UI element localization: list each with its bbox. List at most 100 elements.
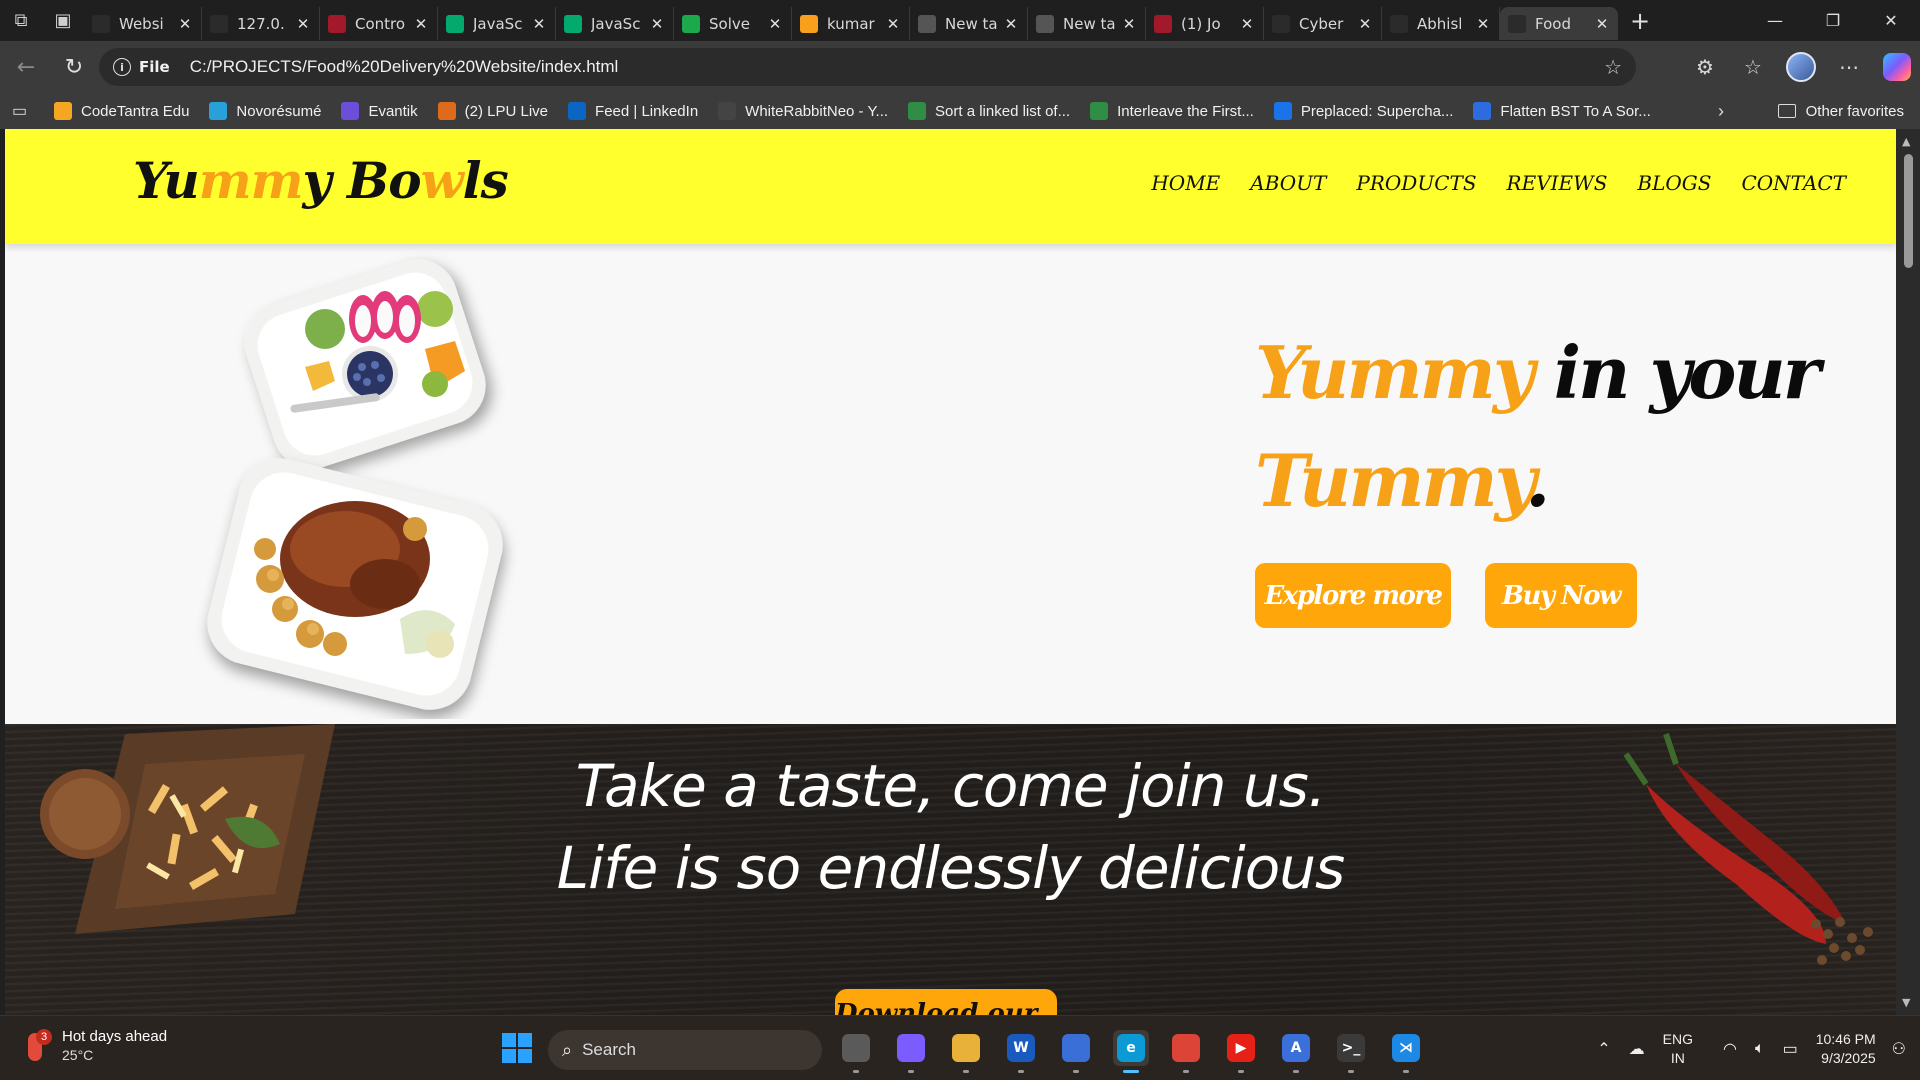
nav-blogs[interactable]: BLOGS [1637, 171, 1711, 195]
close-tab-icon[interactable]: ✕ [649, 15, 665, 33]
youtube-icon[interactable]: ▶ [1223, 1030, 1259, 1073]
headline-word: in your [1553, 330, 1821, 415]
taskbar-apps: We ▶ A >_ ⋊ [838, 1030, 1424, 1073]
github-icon [92, 14, 110, 33]
taskbar-search[interactable]: ⌕ Search [548, 1030, 822, 1070]
word-icon[interactable]: W [1003, 1030, 1039, 1073]
profile-button[interactable] [1784, 50, 1818, 84]
favorite-item[interactable]: CodeTantra Edu [54, 102, 189, 120]
battery-icon[interactable]: ▭ [1783, 1039, 1798, 1059]
browser-tab[interactable]: JavaSc ✕ [438, 7, 556, 40]
favorite-item[interactable]: Interleave the First... [1090, 102, 1254, 120]
close-tab-icon[interactable]: ✕ [1357, 15, 1373, 33]
download-app-button[interactable]: Download our app [835, 989, 1057, 1015]
nav-about[interactable]: ABOUT [1250, 171, 1326, 195]
weather-widget[interactable]: 3 Hot days ahead 25°C [24, 1028, 167, 1063]
youtube-icon [328, 14, 346, 33]
browser-tab[interactable]: Abhisl ✕ [1382, 7, 1500, 40]
notification-icon[interactable]: ⚇ [1892, 1039, 1906, 1059]
buy-now-button[interactable]: Buy Now [1485, 563, 1637, 628]
app-icon[interactable]: A [1278, 1030, 1314, 1073]
language-indicator[interactable]: ENG IN [1663, 1030, 1693, 1068]
scroll-down-icon[interactable]: ▼ [1902, 996, 1910, 1009]
refresh-button[interactable]: ↻ [52, 47, 96, 87]
chevron-right-icon[interactable]: › [1718, 101, 1724, 122]
copilot-icon[interactable] [893, 1030, 929, 1073]
file-explorer-icon[interactable] [948, 1030, 984, 1073]
favorite-item[interactable]: Novorésumé [209, 102, 321, 120]
clock[interactable]: 10:46 PM 9/3/2025 [1816, 1030, 1876, 1068]
browser-tab[interactable]: Contro ✕ [320, 7, 438, 40]
site-logo[interactable]: Yummy Bowls [133, 151, 509, 210]
favorite-item[interactable]: Preplaced: Supercha... [1273, 102, 1453, 120]
scroll-up-icon[interactable]: ▲ [1902, 135, 1910, 148]
browser-tab[interactable]: New ta ✕ [1028, 7, 1146, 40]
restore-button[interactable]: ❐ [1804, 0, 1862, 41]
close-tab-icon[interactable]: ✕ [413, 15, 429, 33]
browser-tab[interactable]: New ta ✕ [910, 7, 1028, 40]
extensions-icon[interactable]: ⚙ [1688, 50, 1722, 84]
close-tab-icon[interactable]: ✕ [177, 15, 193, 33]
close-tab-icon[interactable]: ✕ [1121, 15, 1137, 33]
browser-tab[interactable]: Solve ✕ [674, 7, 792, 40]
favorites-collection-icon[interactable]: ▭ [12, 101, 34, 121]
url-text[interactable]: C:/PROJECTS/Food%20Delivery%20Website/in… [190, 57, 619, 77]
browser-tab[interactable]: kumar ✕ [792, 7, 910, 40]
more-options-icon[interactable]: ⋯ [1832, 50, 1866, 84]
other-favorites[interactable]: Other favorites [1777, 103, 1904, 120]
back-button[interactable]: ← [4, 47, 48, 87]
page-scrollbar[interactable]: ▲ ▼ [1896, 129, 1920, 1015]
favorite-item[interactable]: Flatten BST To A Sor... [1473, 102, 1651, 120]
browser-tab[interactable]: 127.0. ✕ [202, 7, 320, 40]
address-bar[interactable]: i File C:/PROJECTS/Food%20Delivery%20Web… [99, 48, 1636, 86]
volume-icon[interactable]: 🔈︎ [1755, 1040, 1765, 1058]
site-info-icon[interactable]: i [113, 58, 131, 76]
browser-tab[interactable]: Food ✕ [1500, 7, 1618, 40]
close-tab-icon[interactable]: ✕ [885, 15, 901, 33]
nav-reviews[interactable]: REVIEWS [1507, 171, 1608, 195]
nav-home[interactable]: HOME [1151, 171, 1220, 195]
edge-icon[interactable]: e [1113, 1030, 1149, 1073]
favorites-icon[interactable]: ☆ [1736, 50, 1770, 84]
nav-contact[interactable]: CONTACT [1741, 171, 1846, 195]
browser-tab[interactable]: Websi ✕ [84, 7, 202, 40]
favorite-item[interactable]: Feed | LinkedIn [568, 102, 698, 120]
task-view-icon[interactable] [838, 1030, 874, 1073]
explore-more-button[interactable]: Explore more [1255, 563, 1451, 628]
favorite-item[interactable]: Sort a linked list of... [908, 102, 1070, 120]
start-button[interactable] [502, 1033, 532, 1063]
close-tab-icon[interactable]: ✕ [1003, 15, 1019, 33]
favorite-star-icon[interactable]: ☆ [1604, 55, 1622, 79]
browser-tab[interactable]: JavaSc ✕ [556, 7, 674, 40]
onedrive-icon[interactable]: ☁ [1629, 1039, 1645, 1059]
logo-text-part: mm [198, 151, 304, 210]
close-tab-icon[interactable]: ✕ [767, 15, 783, 33]
nav-products[interactable]: PRODUCTS [1356, 171, 1476, 195]
close-tab-icon[interactable]: ✕ [295, 15, 311, 33]
vscode-icon[interactable]: ⋊ [1388, 1030, 1424, 1073]
favorites-bar: ▭ CodeTantra Edu Novorésumé Evantik (2) LPU… [0, 93, 1920, 129]
browser-tab[interactable]: Cyber ✕ [1264, 7, 1382, 40]
favorite-label: Flatten BST To A Sor... [1500, 102, 1651, 120]
close-tab-icon[interactable]: ✕ [1594, 15, 1610, 33]
browser-tab[interactable]: (1) Jo ✕ [1146, 7, 1264, 40]
scrollbar-thumb[interactable] [1904, 154, 1913, 268]
terminal-icon[interactable]: >_ [1333, 1030, 1369, 1073]
workspaces-icon[interactable]: ⧉ [0, 0, 42, 41]
vertical-tabs-icon[interactable]: ▣ [42, 0, 84, 41]
favorite-item[interactable]: WhiteRabbitNeo - Y... [718, 102, 888, 120]
favorite-item[interactable]: Evantik [341, 102, 418, 120]
favorite-item[interactable]: (2) LPU Live [437, 102, 548, 120]
copilot-button[interactable] [1880, 50, 1914, 84]
wifi-icon[interactable]: ◠ [1723, 1039, 1737, 1059]
close-window-button[interactable]: ✕ [1862, 0, 1920, 41]
new-tab-button[interactable]: + [1622, 4, 1658, 37]
close-tab-icon[interactable]: ✕ [1239, 15, 1255, 33]
microsoft-store-icon[interactable] [1058, 1030, 1094, 1073]
close-tab-icon[interactable]: ✕ [1475, 15, 1491, 33]
chevron-up-icon[interactable]: ⌃ [1597, 1039, 1610, 1059]
close-tab-icon[interactable]: ✕ [531, 15, 547, 33]
chrome-icon[interactable] [1168, 1030, 1204, 1073]
clock-time: 10:46 PM [1815, 1030, 1876, 1047]
minimize-button[interactable]: — [1746, 0, 1804, 41]
